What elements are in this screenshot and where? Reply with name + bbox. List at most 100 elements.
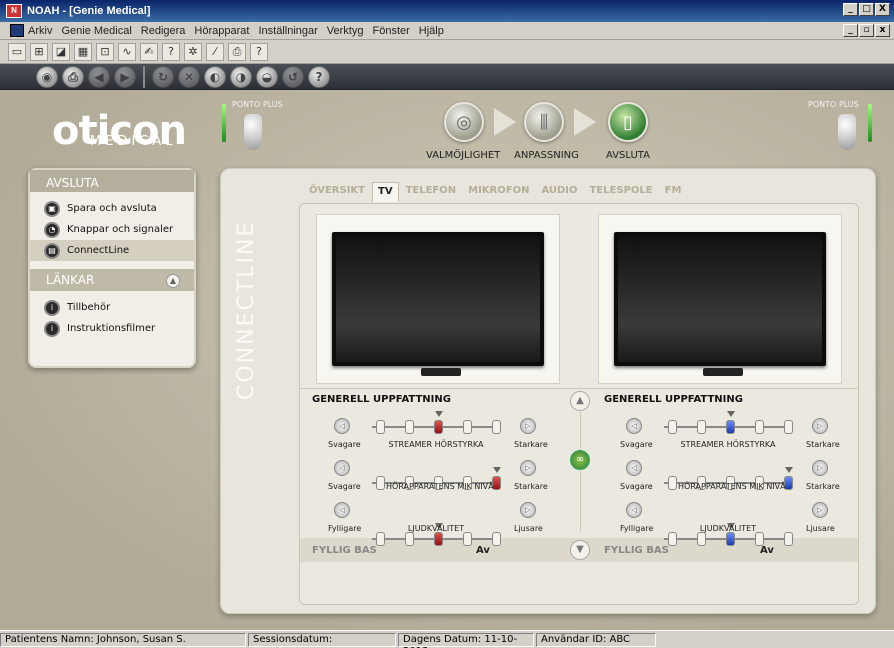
wand-icon[interactable]: ⁄ — [206, 42, 224, 61]
slider-0[interactable] — [372, 411, 501, 434]
slider-step[interactable] — [434, 420, 443, 434]
maximize-button[interactable]: □ — [859, 3, 874, 16]
speaker-icon[interactable]: ◑ — [230, 65, 252, 88]
nav-save-and-exit[interactable]: ▣ Spara och avsluta — [30, 198, 194, 219]
nav-buttons-and-signals[interactable]: ◔ Knappar och signaler — [30, 219, 194, 240]
workflow-avsluta-button[interactable]: ▯ — [608, 102, 648, 142]
mdi-minimize-button[interactable]: _ — [843, 24, 858, 37]
mute-icon[interactable]: ✕ — [178, 65, 200, 88]
mdi-restore-button[interactable]: ▫ — [859, 24, 874, 37]
fitting-icon[interactable]: ✍ — [140, 42, 158, 61]
slider-step[interactable] — [376, 532, 385, 546]
tab-mikrofon[interactable]: MIKROFON — [463, 182, 534, 202]
audiogram-icon[interactable]: ∿ — [118, 42, 136, 61]
minimize-button[interactable]: _ — [843, 3, 858, 16]
help-icon[interactable]: ? — [250, 42, 268, 61]
tab-oversikt[interactable]: ÖVERSIKT — [304, 182, 370, 202]
slider-step[interactable] — [784, 532, 793, 546]
open-icon[interactable]: ▭ — [8, 42, 26, 61]
slider-step[interactable] — [463, 532, 472, 546]
slider-0[interactable] — [664, 411, 793, 434]
decrease-icon[interactable]: ◁ — [626, 418, 642, 434]
slider-step[interactable] — [668, 420, 677, 434]
increase-icon[interactable]: ▷ — [520, 418, 536, 434]
back-icon[interactable]: ◀ — [88, 65, 110, 88]
slider-step[interactable] — [376, 420, 385, 434]
help-doc-icon[interactable]: ? — [162, 42, 180, 61]
sound-icon[interactable]: ◒ — [256, 65, 278, 88]
expand-down-button[interactable]: ▼ — [570, 540, 590, 560]
slider-step[interactable] — [492, 532, 501, 546]
workflow-anpassning-button[interactable]: ⫼ — [524, 102, 564, 142]
menu-installningar[interactable]: Inställningar — [258, 25, 317, 37]
menu-hjalp[interactable]: Hjälp — [419, 25, 444, 37]
workflow-valmojlighet-button[interactable]: ◎ — [444, 102, 484, 142]
menu-horapparat[interactable]: Hörapparat — [194, 25, 249, 37]
slider-step[interactable] — [726, 420, 735, 434]
tab-telefon[interactable]: TELEFON — [401, 182, 462, 202]
slider-step[interactable] — [492, 420, 501, 434]
increase-icon[interactable]: ▷ — [812, 418, 828, 434]
menu-verktyg[interactable]: Verktyg — [327, 25, 364, 37]
slider-step[interactable] — [755, 532, 764, 546]
tab-tv[interactable]: TV — [372, 182, 399, 202]
slider-step[interactable] — [376, 476, 385, 490]
document-icon[interactable] — [10, 24, 24, 37]
chart-icon[interactable]: ◪ — [52, 42, 70, 61]
increase-icon[interactable]: ▷ — [812, 502, 828, 518]
tree-icon[interactable]: ⊞ — [30, 42, 48, 61]
nav-connectline[interactable]: ▤ ConnectLine — [30, 240, 194, 261]
decrease-icon[interactable]: ◁ — [334, 460, 350, 476]
increase-icon[interactable]: ▷ — [812, 460, 828, 476]
right-label: Ljusare — [806, 524, 835, 533]
forward-icon[interactable]: ▶ — [114, 65, 136, 88]
slider-step[interactable] — [755, 420, 764, 434]
undo-icon[interactable]: ↺ — [282, 65, 304, 88]
calculator-icon[interactable]: ▦ — [74, 42, 92, 61]
slider-step[interactable] — [405, 532, 414, 546]
link-accessories[interactable]: i Tillbehör — [30, 297, 194, 318]
slider-step[interactable] — [697, 532, 706, 546]
slider-step[interactable] — [668, 532, 677, 546]
slider-step[interactable] — [434, 532, 443, 546]
collapse-icon[interactable]: ▲ — [166, 274, 180, 288]
decrease-icon[interactable]: ◁ — [334, 418, 350, 434]
fyllig-bas-value-left[interactable]: Av — [476, 545, 490, 556]
hearing-aid-icon[interactable]: ◐ — [204, 65, 226, 88]
print-icon[interactable]: ⎙ — [228, 42, 246, 61]
menu-redigera[interactable]: Redigera — [141, 25, 186, 37]
left-device-icon[interactable] — [244, 114, 262, 150]
menu-genie-medical[interactable]: Genie Medical — [61, 25, 131, 37]
menu-arkiv[interactable]: Arkiv — [28, 25, 52, 37]
print-circle-icon[interactable]: ⎙ — [62, 65, 84, 88]
right-device-icon[interactable] — [838, 114, 856, 150]
save-icon[interactable]: ◉ — [36, 65, 58, 88]
nav-label: Spara och avsluta — [67, 203, 157, 214]
connectline-icon: ▤ — [44, 242, 60, 259]
slider-step[interactable] — [784, 420, 793, 434]
slider-step[interactable] — [463, 420, 472, 434]
refresh-icon[interactable]: ↻ — [152, 65, 174, 88]
tab-audio[interactable]: AUDIO — [536, 182, 582, 202]
sessions-icon[interactable]: ⊡ — [96, 42, 114, 61]
slider-step[interactable] — [668, 476, 677, 490]
question-icon[interactable]: ? — [308, 65, 330, 88]
slider-2[interactable] — [664, 523, 793, 546]
decrease-icon[interactable]: ◁ — [334, 502, 350, 518]
menu-fonster[interactable]: Fönster — [372, 25, 409, 37]
mdi-close-button[interactable]: x — [875, 24, 890, 37]
fyllig-bas-value-right[interactable]: Av — [760, 545, 774, 556]
tab-telespole[interactable]: TELESPOLE — [585, 182, 658, 202]
slider-step[interactable] — [405, 420, 414, 434]
decrease-icon[interactable]: ◁ — [626, 502, 642, 518]
increase-icon[interactable]: ▷ — [520, 502, 536, 518]
tab-fm[interactable]: FM — [660, 182, 687, 202]
slider-2[interactable] — [372, 523, 501, 546]
increase-icon[interactable]: ▷ — [520, 460, 536, 476]
link-instruction-films[interactable]: i Instruktionsfilmer — [30, 318, 194, 339]
close-button[interactable]: X — [875, 3, 890, 16]
decrease-icon[interactable]: ◁ — [626, 460, 642, 476]
slider-step[interactable] — [726, 532, 735, 546]
slider-step[interactable] — [697, 420, 706, 434]
tools-icon[interactable]: ✲ — [184, 42, 202, 61]
